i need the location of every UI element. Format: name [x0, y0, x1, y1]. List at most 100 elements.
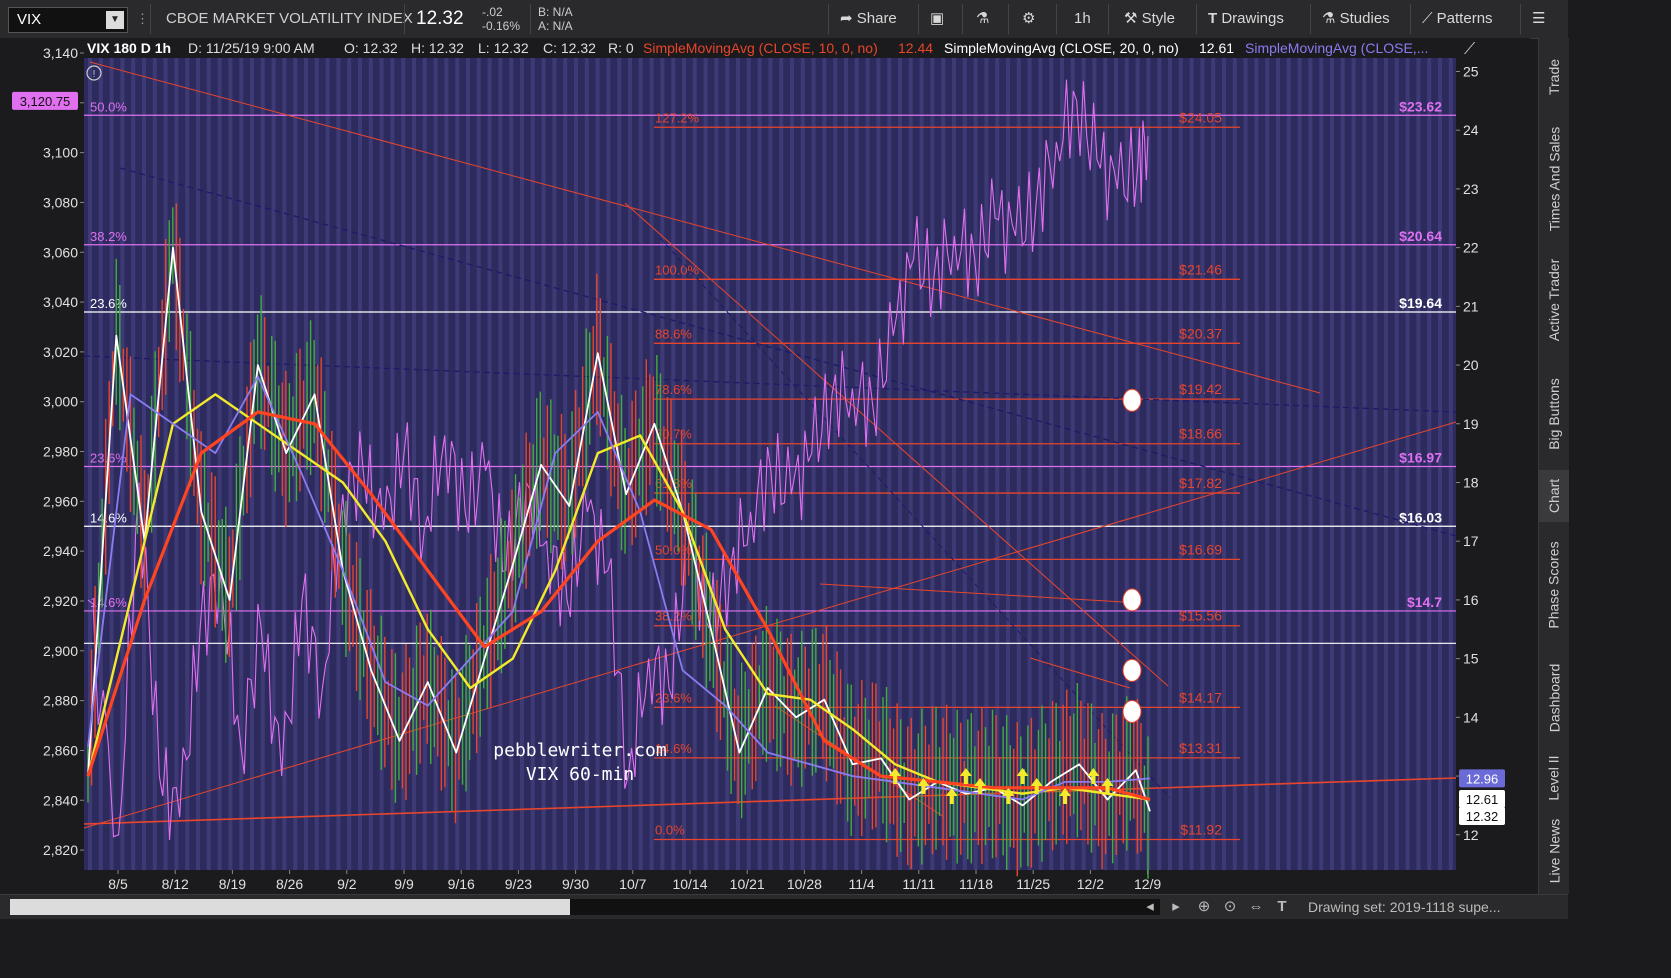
session-stripe — [1265, 48, 1270, 870]
x-tick-label: 9/9 — [394, 876, 414, 892]
session-stripe — [174, 48, 179, 870]
drawings-button[interactable]: T Drawings — [1208, 0, 1284, 38]
tab-times-and-sales-label: Times And Sales — [1546, 126, 1562, 232]
tab-dashboard[interactable]: Dashboard — [1539, 648, 1569, 748]
x-tick-label: 11/4 — [848, 876, 874, 892]
divider — [1520, 4, 1521, 34]
vix-fib-price: $24.05 — [1179, 109, 1222, 125]
zoom-icon[interactable]: ⊙ — [1220, 897, 1240, 917]
vix-fib-percent: 38.2% — [655, 609, 692, 624]
left-tick-label: 3,140 — [43, 45, 78, 61]
tab-chart[interactable]: Chart — [1539, 470, 1569, 522]
right-tick-label: 22 — [1463, 240, 1479, 256]
divider — [1008, 4, 1009, 34]
session-stripe — [1319, 48, 1324, 870]
session-stripe — [1362, 48, 1367, 870]
patterns-button[interactable]: ⟋ Patterns — [1422, 0, 1493, 38]
session-stripe — [1276, 48, 1280, 870]
session-stripe — [1254, 48, 1259, 870]
chart-panel[interactable]: 50.0% $23.62 38.2% $20.64 23.6% $19.64 23.6% $1… — [0, 38, 1530, 894]
x-tick-label: 12/2 — [1077, 876, 1104, 892]
info-symbol: VIX 180 D 1h — [87, 40, 171, 56]
x-tick-label: 9/16 — [448, 876, 475, 892]
x-tick-label: 9/30 — [562, 876, 589, 892]
text-tool-icon[interactable]: T — [1272, 897, 1292, 917]
style-button[interactable]: ⚒ Style — [1124, 0, 1175, 38]
tab-phase-scores[interactable]: Phase Scores — [1539, 522, 1569, 648]
expand-icon[interactable]: ⇔ — [1246, 897, 1266, 917]
tab-active-trader-label: Active Trader — [1546, 258, 1563, 342]
session-stripe — [1168, 48, 1172, 870]
x-tick-label: 8/26 — [276, 876, 303, 892]
right-tick-label: 25 — [1463, 63, 1479, 79]
session-stripe — [476, 48, 481, 870]
target-circle — [1122, 658, 1142, 682]
fib-right-label: $23.62 — [1399, 98, 1442, 114]
tab-active-trader[interactable]: Active Trader — [1539, 242, 1569, 358]
right-tick-label: 23 — [1463, 181, 1479, 197]
session-stripe — [217, 48, 222, 870]
chart-canvas[interactable]: 50.0% $23.6238.2% $20.6423.6% $19.6423.6% $1… — [0, 38, 1530, 894]
tab-big-buttons-label: Big Buttons — [1546, 378, 1563, 450]
timeframe-button[interactable]: 1h — [1074, 0, 1091, 38]
session-stripe — [962, 48, 967, 870]
share-button[interactable]: ➦ Share — [840, 0, 897, 38]
info-open: O: 12.32 — [344, 40, 398, 56]
sma10-value: 12.44 — [898, 40, 933, 56]
tab-live-news[interactable]: Live News — [1539, 808, 1569, 894]
scrollbar-thumb[interactable] — [10, 899, 570, 915]
x-tick-label: 10/7 — [619, 876, 646, 892]
studies-button[interactable]: ⚗ Studies — [1322, 0, 1390, 38]
x-tick-label: 9/23 — [505, 876, 532, 892]
right-price-badge-text: 12.32 — [1466, 809, 1499, 824]
divider — [404, 4, 405, 34]
session-stripe — [142, 48, 146, 870]
instrument-title: CBOE MARKET VOLATILITY INDEX — [166, 10, 413, 27]
sma10-label: SimpleMovingAvg (CLOSE, 10, 0, no) — [643, 40, 878, 56]
tab-level-ii[interactable]: Level II — [1539, 748, 1569, 808]
left-tick-label: 2,860 — [43, 742, 78, 758]
session-stripe — [487, 48, 492, 870]
scroll-left-icon[interactable]: ◂ — [1140, 897, 1160, 917]
symbol-input[interactable]: VIX ▼ — [8, 7, 128, 33]
scroll-right-icon[interactable]: ▸ — [1166, 897, 1186, 917]
grip-icon[interactable]: ⋮ — [136, 0, 149, 38]
share-label: Share — [856, 10, 897, 27]
info-range: R: 0 — [608, 40, 634, 56]
fib-left-label: 14.6% — [90, 510, 127, 525]
gear-icon[interactable]: ⚙ — [1022, 0, 1035, 38]
style-label: Style — [1141, 10, 1175, 27]
right-tick-label: 14 — [1463, 709, 1479, 725]
x-tick-label: 10/28 — [787, 876, 822, 892]
tab-big-buttons[interactable]: Big Buttons — [1539, 358, 1569, 470]
drawing-set-label[interactable]: Drawing set: 2019-1118 supe... — [1308, 895, 1501, 919]
left-price-badge-text: 3,120.75 — [20, 94, 71, 109]
session-stripe — [185, 48, 190, 870]
info-close: C: 12.32 — [543, 40, 596, 56]
session-stripe — [1373, 48, 1378, 870]
session-stripe — [1448, 48, 1453, 870]
flask-icon[interactable]: ⚗ — [976, 0, 989, 38]
left-tick-label: 2,960 — [43, 493, 78, 509]
right-tick-label: 19 — [1463, 416, 1479, 432]
tab-trade[interactable]: Trade — [1539, 38, 1569, 116]
symbol-text: VIX — [17, 11, 42, 28]
sma20-value: 12.61 — [1199, 40, 1234, 56]
x-tick-label: 11/18 — [959, 876, 993, 892]
chevron-down-icon[interactable]: ▼ — [106, 11, 124, 29]
bottom-bar: ◂ ▸ ⊕ ⊙ ⇔ T Drawing set: 2019-1118 supe.… — [0, 894, 1568, 919]
session-stripe — [1232, 48, 1237, 870]
right-tick-label: 12 — [1463, 827, 1479, 843]
x-tick-label: 9/2 — [337, 876, 357, 892]
horizontal-scrollbar[interactable] — [10, 899, 1160, 915]
fib-left-label: 38.2% — [90, 229, 127, 244]
collapse-icon[interactable]: ⟋ — [1464, 41, 1476, 58]
session-stripe — [1384, 48, 1388, 870]
screenshot-icon[interactable]: ▣ — [930, 0, 944, 38]
crosshair-icon[interactable]: ⊕ — [1194, 897, 1214, 917]
menu-icon[interactable]: ☰ — [1532, 0, 1545, 38]
left-tick-label: 3,000 — [43, 394, 78, 410]
style-icon: ⚒ — [1124, 10, 1142, 27]
sma20-label: SimpleMovingAvg (CLOSE, 20, 0, no) — [944, 40, 1179, 56]
tab-times-and-sales[interactable]: Times And Sales — [1539, 116, 1569, 242]
